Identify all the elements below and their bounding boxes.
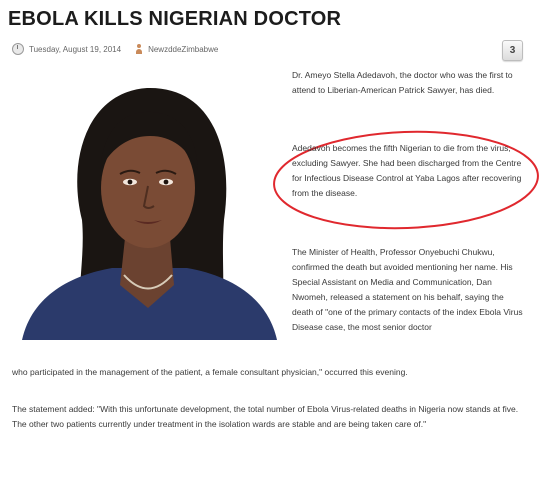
article-paragraph-3: The Minister of Health, Professor Onyebu… [292,247,523,332]
comment-count-badge[interactable]: 3 [502,40,523,61]
article-photo [12,70,282,340]
article-headline: EBOLA KILLS NIGERIAN DOCTOR [8,8,342,30]
article-paragraph-1: Dr. Ameyo Stella Adedavoh, the doctor wh… [292,70,513,95]
article-paragraph-2: Adedavoh becomes the fifth Nigerian to d… [292,143,522,198]
article-paragraph-3-continued: who participated in the management of th… [12,367,408,377]
article-meta: Tuesday, August 19, 2014 NewzddeZimbabwe [12,42,218,56]
article-date: Tuesday, August 19, 2014 [29,44,122,54]
article-author[interactable]: NewzddeZimbabwe [148,45,218,54]
person-icon [135,44,143,54]
article-paragraph-4: The statement added: "With this unfortun… [12,404,519,429]
portrait-illustration [12,70,282,340]
clock-icon [12,43,24,55]
